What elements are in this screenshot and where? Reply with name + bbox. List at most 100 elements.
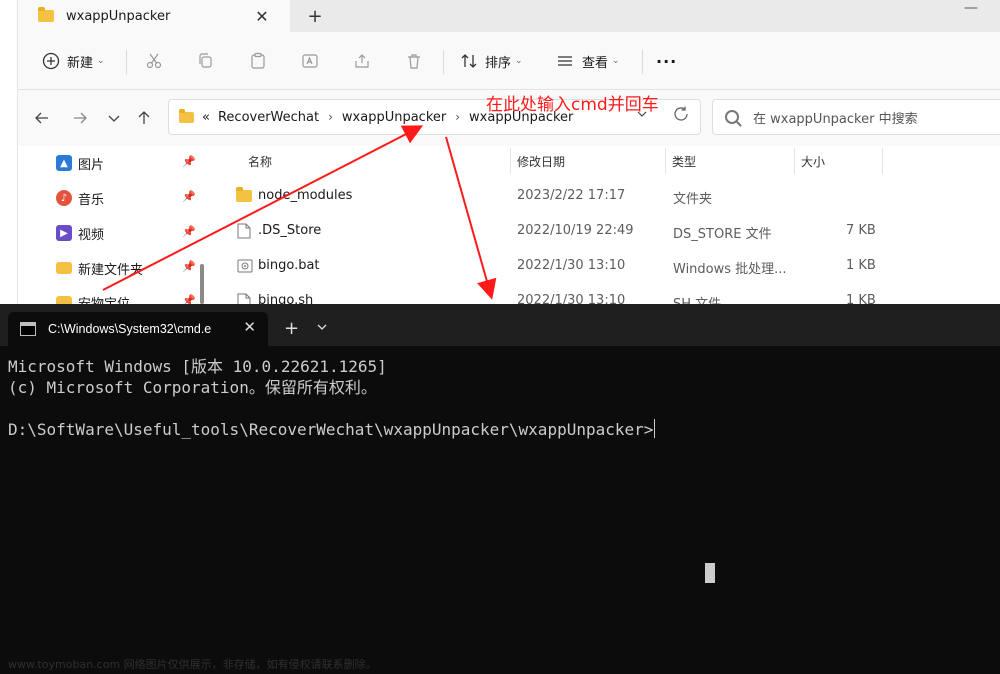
- recent-locations-icon[interactable]: [102, 106, 126, 130]
- breadcrumb-separator: ›: [328, 110, 333, 124]
- divider: [642, 50, 643, 74]
- divider: [443, 50, 444, 74]
- terminal-tab[interactable]: C:\Windows\System32\cmd.e ✕: [8, 312, 268, 346]
- minimize-button[interactable]: —: [964, 0, 978, 16]
- column-header-modified[interactable]: 修改日期: [517, 153, 565, 170]
- share-button[interactable]: [351, 48, 373, 74]
- column-divider[interactable]: [665, 148, 666, 174]
- nav-item-videos[interactable]: ▶ 视频 📌: [56, 221, 196, 245]
- back-arrow-icon[interactable]: [30, 106, 54, 130]
- explorer-tab[interactable]: wxappUnpacker ✕: [18, 0, 290, 32]
- music-icon: ♪: [56, 190, 72, 206]
- trash-icon: [403, 50, 425, 72]
- file-modified: 2022/10/19 22:49: [517, 223, 634, 238]
- search-icon: [725, 110, 739, 124]
- file-row[interactable]: node_modules 2023/2/22 17:17 文件夹: [232, 179, 1000, 213]
- close-tab-icon[interactable]: ✕: [243, 318, 256, 336]
- folder-icon: [236, 187, 252, 202]
- more-options-button[interactable]: ···: [656, 48, 677, 74]
- pin-icon[interactable]: 📌: [182, 260, 196, 273]
- file-name: bingo.bat: [258, 258, 320, 273]
- file-modified: 2023/2/22 17:17: [517, 188, 626, 203]
- nav-item-label: 新建文件夹: [78, 262, 144, 278]
- command-bar: 新建 ⌄ 排序 ⌄ 查看 ⌄ ···: [18, 32, 1000, 90]
- address-row: « RecoverWechat › wxappUnpacker › wxappU…: [18, 90, 1000, 146]
- forward-arrow-icon[interactable]: [68, 106, 92, 130]
- file-modified: 2022/1/30 13:10: [517, 258, 626, 273]
- rename-icon: [299, 50, 321, 72]
- file-icon: [237, 223, 251, 239]
- pin-icon[interactable]: 📌: [182, 155, 196, 168]
- column-divider[interactable]: [882, 148, 883, 174]
- rename-button[interactable]: [299, 48, 321, 74]
- file-name: .DS_Store: [258, 223, 322, 238]
- nav-pane-scrollbar[interactable]: [200, 264, 204, 304]
- new-tab-button[interactable]: +: [302, 4, 328, 28]
- breadcrumb-overflow[interactable]: «: [202, 110, 210, 125]
- new-button[interactable]: 新建 ⌄: [40, 48, 105, 74]
- file-row[interactable]: .DS_Store 2022/10/19 22:49 DS_STORE 文件 7…: [232, 214, 1000, 248]
- new-tab-button[interactable]: +: [284, 318, 299, 339]
- sort-button-label: 排序: [485, 55, 512, 71]
- file-size: 7 KB: [846, 223, 876, 238]
- explorer-tab-title: wxappUnpacker: [66, 8, 171, 24]
- copy-icon: [195, 50, 217, 72]
- clipboard-icon: [247, 50, 269, 72]
- copy-button[interactable]: [195, 48, 217, 74]
- divider: [126, 50, 127, 74]
- refresh-icon[interactable]: [672, 105, 690, 128]
- view-button-label: 查看: [582, 55, 609, 71]
- text-caret: [654, 419, 656, 438]
- column-header-name[interactable]: 名称: [248, 153, 272, 170]
- folder-icon: [56, 262, 72, 274]
- breadcrumb-wxappunpacker[interactable]: wxappUnpacker: [342, 110, 446, 125]
- terminal-tab-title: C:\Windows\System32\cmd.e: [48, 322, 212, 336]
- nav-item-label: 视频: [78, 227, 105, 243]
- terminal-prompt: D:\SoftWare\Useful_tools\RecoverWechat\w…: [8, 420, 654, 439]
- search-input[interactable]: 在 wxappUnpacker 中搜索: [712, 99, 1000, 135]
- close-tab-icon[interactable]: ✕: [252, 6, 272, 26]
- folder-icon: [179, 108, 194, 123]
- folder-icon: [38, 7, 54, 22]
- videos-icon: ▶: [56, 225, 72, 241]
- up-arrow-icon[interactable]: [132, 106, 156, 130]
- breadcrumb-wxappunpacker-current[interactable]: wxappUnpacker: [469, 110, 573, 125]
- file-size: 1 KB: [846, 258, 876, 273]
- view-button[interactable]: 查看 ⌄: [554, 48, 620, 74]
- plus-circle-icon: [40, 50, 62, 72]
- nav-item-label: 图片: [78, 157, 105, 173]
- view-lines-icon: [554, 50, 576, 72]
- paste-button[interactable]: [247, 48, 269, 74]
- terminal-prompt-line: D:\SoftWare\Useful_tools\RecoverWechat\w…: [8, 419, 1000, 440]
- sort-button[interactable]: 排序 ⌄: [458, 48, 523, 74]
- chevron-down-icon[interactable]: [636, 108, 648, 123]
- terminal-titlebar: C:\Windows\System32\cmd.e ✕ +: [0, 304, 1000, 346]
- terminal-window: C:\Windows\System32\cmd.e ✕ + Microsoft …: [0, 304, 1000, 674]
- share-icon: [351, 50, 373, 72]
- terminal-output[interactable]: Microsoft Windows [版本 10.0.22621.1265] (c…: [8, 356, 1000, 440]
- chevron-down-icon[interactable]: [316, 321, 328, 336]
- nav-item-new-folder[interactable]: 新建文件夹 📌: [56, 256, 196, 280]
- pin-icon[interactable]: 📌: [182, 190, 196, 203]
- column-divider[interactable]: [794, 148, 795, 174]
- file-list-header: 名称 修改日期 类型 大小: [232, 146, 1000, 176]
- cut-button[interactable]: [143, 48, 165, 74]
- chevron-down-icon: ⌄: [612, 56, 620, 66]
- nav-item-pictures[interactable]: ▲ 图片 📌: [56, 151, 196, 175]
- chevron-down-icon: ⌄: [97, 56, 105, 66]
- column-divider[interactable]: [510, 148, 511, 174]
- delete-button[interactable]: [403, 48, 425, 74]
- file-row[interactable]: bingo.bat 2022/1/30 13:10 Windows 批处理...…: [232, 249, 1000, 283]
- column-header-type[interactable]: 类型: [672, 153, 696, 170]
- column-header-size[interactable]: 大小: [801, 153, 825, 170]
- cmd-icon: [20, 322, 36, 336]
- watermark: www.toymoban.com 网络图片仅供展示，非存储，如有侵权请联系删除。: [8, 658, 377, 671]
- breadcrumb-recoverwechat[interactable]: RecoverWechat: [218, 110, 319, 125]
- pin-icon[interactable]: 📌: [182, 225, 196, 238]
- search-placeholder: 在 wxappUnpacker 中搜索: [753, 111, 918, 127]
- file-type: 文件夹: [673, 192, 713, 207]
- file-type: Windows 批处理...: [673, 262, 787, 277]
- address-bar[interactable]: « RecoverWechat › wxappUnpacker › wxappU…: [168, 99, 701, 135]
- nav-item-music[interactable]: ♪ 音乐 📌: [56, 186, 196, 210]
